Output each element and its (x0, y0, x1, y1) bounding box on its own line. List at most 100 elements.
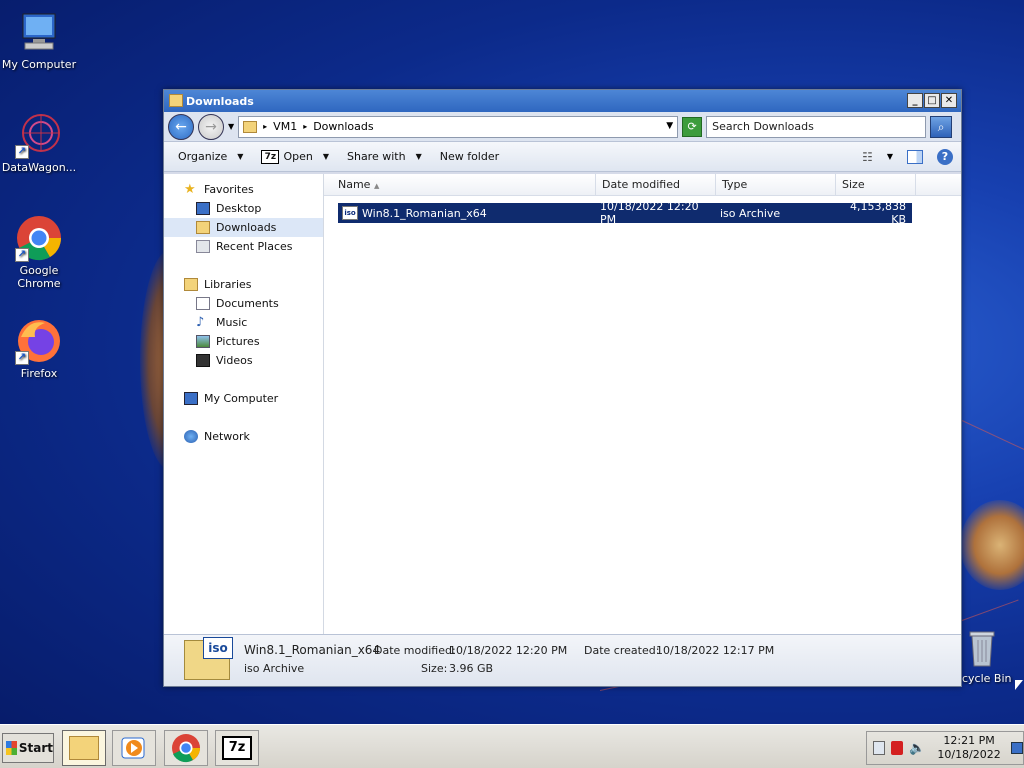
search-button[interactable]: ⌕ (930, 115, 953, 138)
table-row[interactable]: iso Win8.1_Romanian_x64 10/18/2022 12:20… (338, 200, 912, 226)
nav-network[interactable]: Network (164, 427, 323, 446)
nav-desktop[interactable]: Desktop (164, 199, 323, 218)
preview-pane-icon[interactable] (907, 149, 923, 164)
chevron-down-icon: ▼ (415, 152, 422, 161)
system-tray: 🔈 12:21 PM 10/18/2022 (866, 731, 1024, 765)
address-dropdown-icon[interactable]: ▼ (666, 121, 673, 131)
desktop-icon-firefox[interactable]: ↗ Firefox (0, 317, 78, 380)
details-pane: iso Win8.1_Romanian_x64 iso Archive Date… (164, 634, 961, 686)
nav-music[interactable]: ♪ Music (164, 313, 323, 332)
chevron-down-icon[interactable]: ▼ (887, 152, 893, 161)
search-input[interactable]: Search Downloads (706, 115, 927, 138)
column-header-name[interactable]: Name ▲ (324, 174, 596, 195)
iso-badge: iso (203, 637, 233, 659)
libraries-icon (184, 278, 198, 291)
navigation-pane: ★ Favorites Desktop Downloads Recent Plac… (164, 174, 324, 634)
back-button[interactable]: ← (168, 113, 194, 140)
column-header-date-modified[interactable]: Date modified (596, 174, 716, 195)
start-button[interactable]: Start (2, 733, 54, 763)
nav-favorites[interactable]: ★ Favorites (164, 180, 323, 199)
firefox-icon: ↗ (15, 317, 63, 365)
refresh-button[interactable]: ⟳ (682, 116, 703, 137)
open-button[interactable]: 7z Open ▼ (255, 148, 335, 166)
taskbar-media-player[interactable] (112, 730, 156, 766)
nav-my-computer[interactable]: My Computer (164, 389, 323, 408)
desktop-icon-label: DataWagon... (1, 161, 77, 174)
taskbar-chrome[interactable] (164, 730, 208, 766)
7zip-icon: 7z (222, 736, 252, 760)
minimize-button[interactable]: _ (907, 93, 923, 108)
desktop-icon-google-chrome[interactable]: ↗ Google Chrome (0, 214, 78, 290)
shortcut-arrow-icon: ↗ (15, 248, 29, 262)
close-button[interactable]: ✕ (941, 93, 957, 108)
explorer-window[interactable]: Downloads _ □ ✕ ← → ▼ ▸ VM1 ▸ Downloads … (163, 89, 962, 687)
nav-pictures[interactable]: Pictures (164, 332, 323, 351)
window-titlebar[interactable]: Downloads _ □ ✕ (164, 90, 961, 112)
action-center-icon[interactable] (891, 741, 904, 755)
chrome-icon (172, 734, 200, 763)
file-date-modified: 10/18/2022 12:20 PM (600, 200, 699, 226)
new-folder-button[interactable]: New folder (434, 148, 505, 165)
taskbar-7zip[interactable]: 7z (215, 730, 259, 766)
folder-icon (169, 94, 183, 107)
clock-date: 10/18/2022 (937, 748, 1001, 761)
music-icon: ♪ (196, 315, 205, 330)
desktop-icon-datawagon[interactable]: ↗ DataWagon... (0, 111, 78, 174)
breadcrumb-separator[interactable]: ▸ (303, 122, 307, 131)
column-headers: Name ▲ Date modified Type Size (324, 174, 961, 196)
breadcrumb-downloads[interactable]: Downloads (313, 120, 373, 133)
view-options-icon[interactable]: ☷ (862, 150, 873, 164)
pictures-icon (196, 335, 210, 348)
nav-documents[interactable]: Documents (164, 294, 323, 313)
details-date-created: 10/18/2022 12:17 PM (656, 644, 775, 657)
details-file-type: iso Archive (244, 662, 305, 675)
file-type: iso Archive (720, 206, 781, 220)
window-title: Downloads (186, 94, 254, 108)
network-tray-icon[interactable] (873, 741, 886, 755)
file-list[interactable]: Name ▲ Date modified Type Size iso Win8.… (324, 174, 961, 634)
taskbar: Start 7z 🔈 12:21 PM 10/18/2022 (0, 724, 1024, 768)
mouse-cursor-icon (1015, 680, 1023, 690)
windows-logo-icon (6, 741, 17, 755)
chevron-down-icon[interactable]: ▼ (323, 152, 329, 161)
desktop-icon-my-computer[interactable]: My Computer (0, 8, 78, 71)
recent-pages-dropdown[interactable]: ▼ (228, 122, 234, 131)
sort-arrow-icon: ▲ (373, 182, 380, 190)
details-size: 3.96 GB (449, 662, 494, 675)
column-header-size[interactable]: Size (836, 174, 916, 195)
command-bar: Organize ▼ 7z Open ▼ Share with ▼ New folder… (164, 142, 961, 172)
organize-button[interactable]: Organize ▼ (172, 148, 249, 165)
7zip-icon: 7z (261, 149, 280, 164)
share-with-button[interactable]: Share with ▼ (341, 148, 428, 165)
shortcut-arrow-icon: ↗ (15, 351, 29, 365)
details-date-modified: 10/18/2022 12:20 PM (449, 644, 568, 657)
forward-button[interactable]: → (198, 113, 224, 140)
details-size-label: Size: (421, 662, 448, 675)
videos-icon (196, 354, 210, 367)
show-desktop-icon[interactable] (1010, 742, 1023, 754)
chevron-icon[interactable]: ▸ (263, 122, 267, 131)
help-icon[interactable]: ? (937, 148, 953, 165)
breadcrumb-vm1[interactable]: VM1 (273, 120, 297, 133)
clock-time: 12:21 PM (943, 734, 995, 747)
maximize-button[interactable]: □ (924, 93, 940, 108)
address-bar[interactable]: ▸ VM1 ▸ Downloads ▼ (238, 115, 679, 138)
address-row: ← → ▼ ▸ VM1 ▸ Downloads ▼ ⟳ Search Downl… (164, 112, 961, 142)
downloads-folder-icon (196, 221, 210, 234)
taskbar-explorer[interactable] (62, 730, 106, 766)
nav-libraries[interactable]: Libraries (164, 275, 323, 294)
media-player-icon (121, 737, 145, 759)
nav-videos[interactable]: Videos (164, 351, 323, 370)
nav-recent-places[interactable]: Recent Places (164, 237, 323, 256)
wallpaper-swirl (960, 500, 1024, 590)
clock[interactable]: 12:21 PM 10/18/2022 (937, 734, 1000, 762)
folder-icon (69, 736, 99, 760)
nav-downloads[interactable]: Downloads (164, 218, 323, 237)
volume-icon[interactable]: 🔈 (909, 741, 925, 756)
details-date-modified-label: Date modified: (374, 644, 456, 657)
network-icon (184, 430, 198, 443)
computer-icon (184, 392, 198, 405)
arrow-right-icon: → (205, 118, 217, 135)
column-header-type[interactable]: Type (716, 174, 836, 195)
desktop-icon-label: Google Chrome (17, 264, 61, 290)
